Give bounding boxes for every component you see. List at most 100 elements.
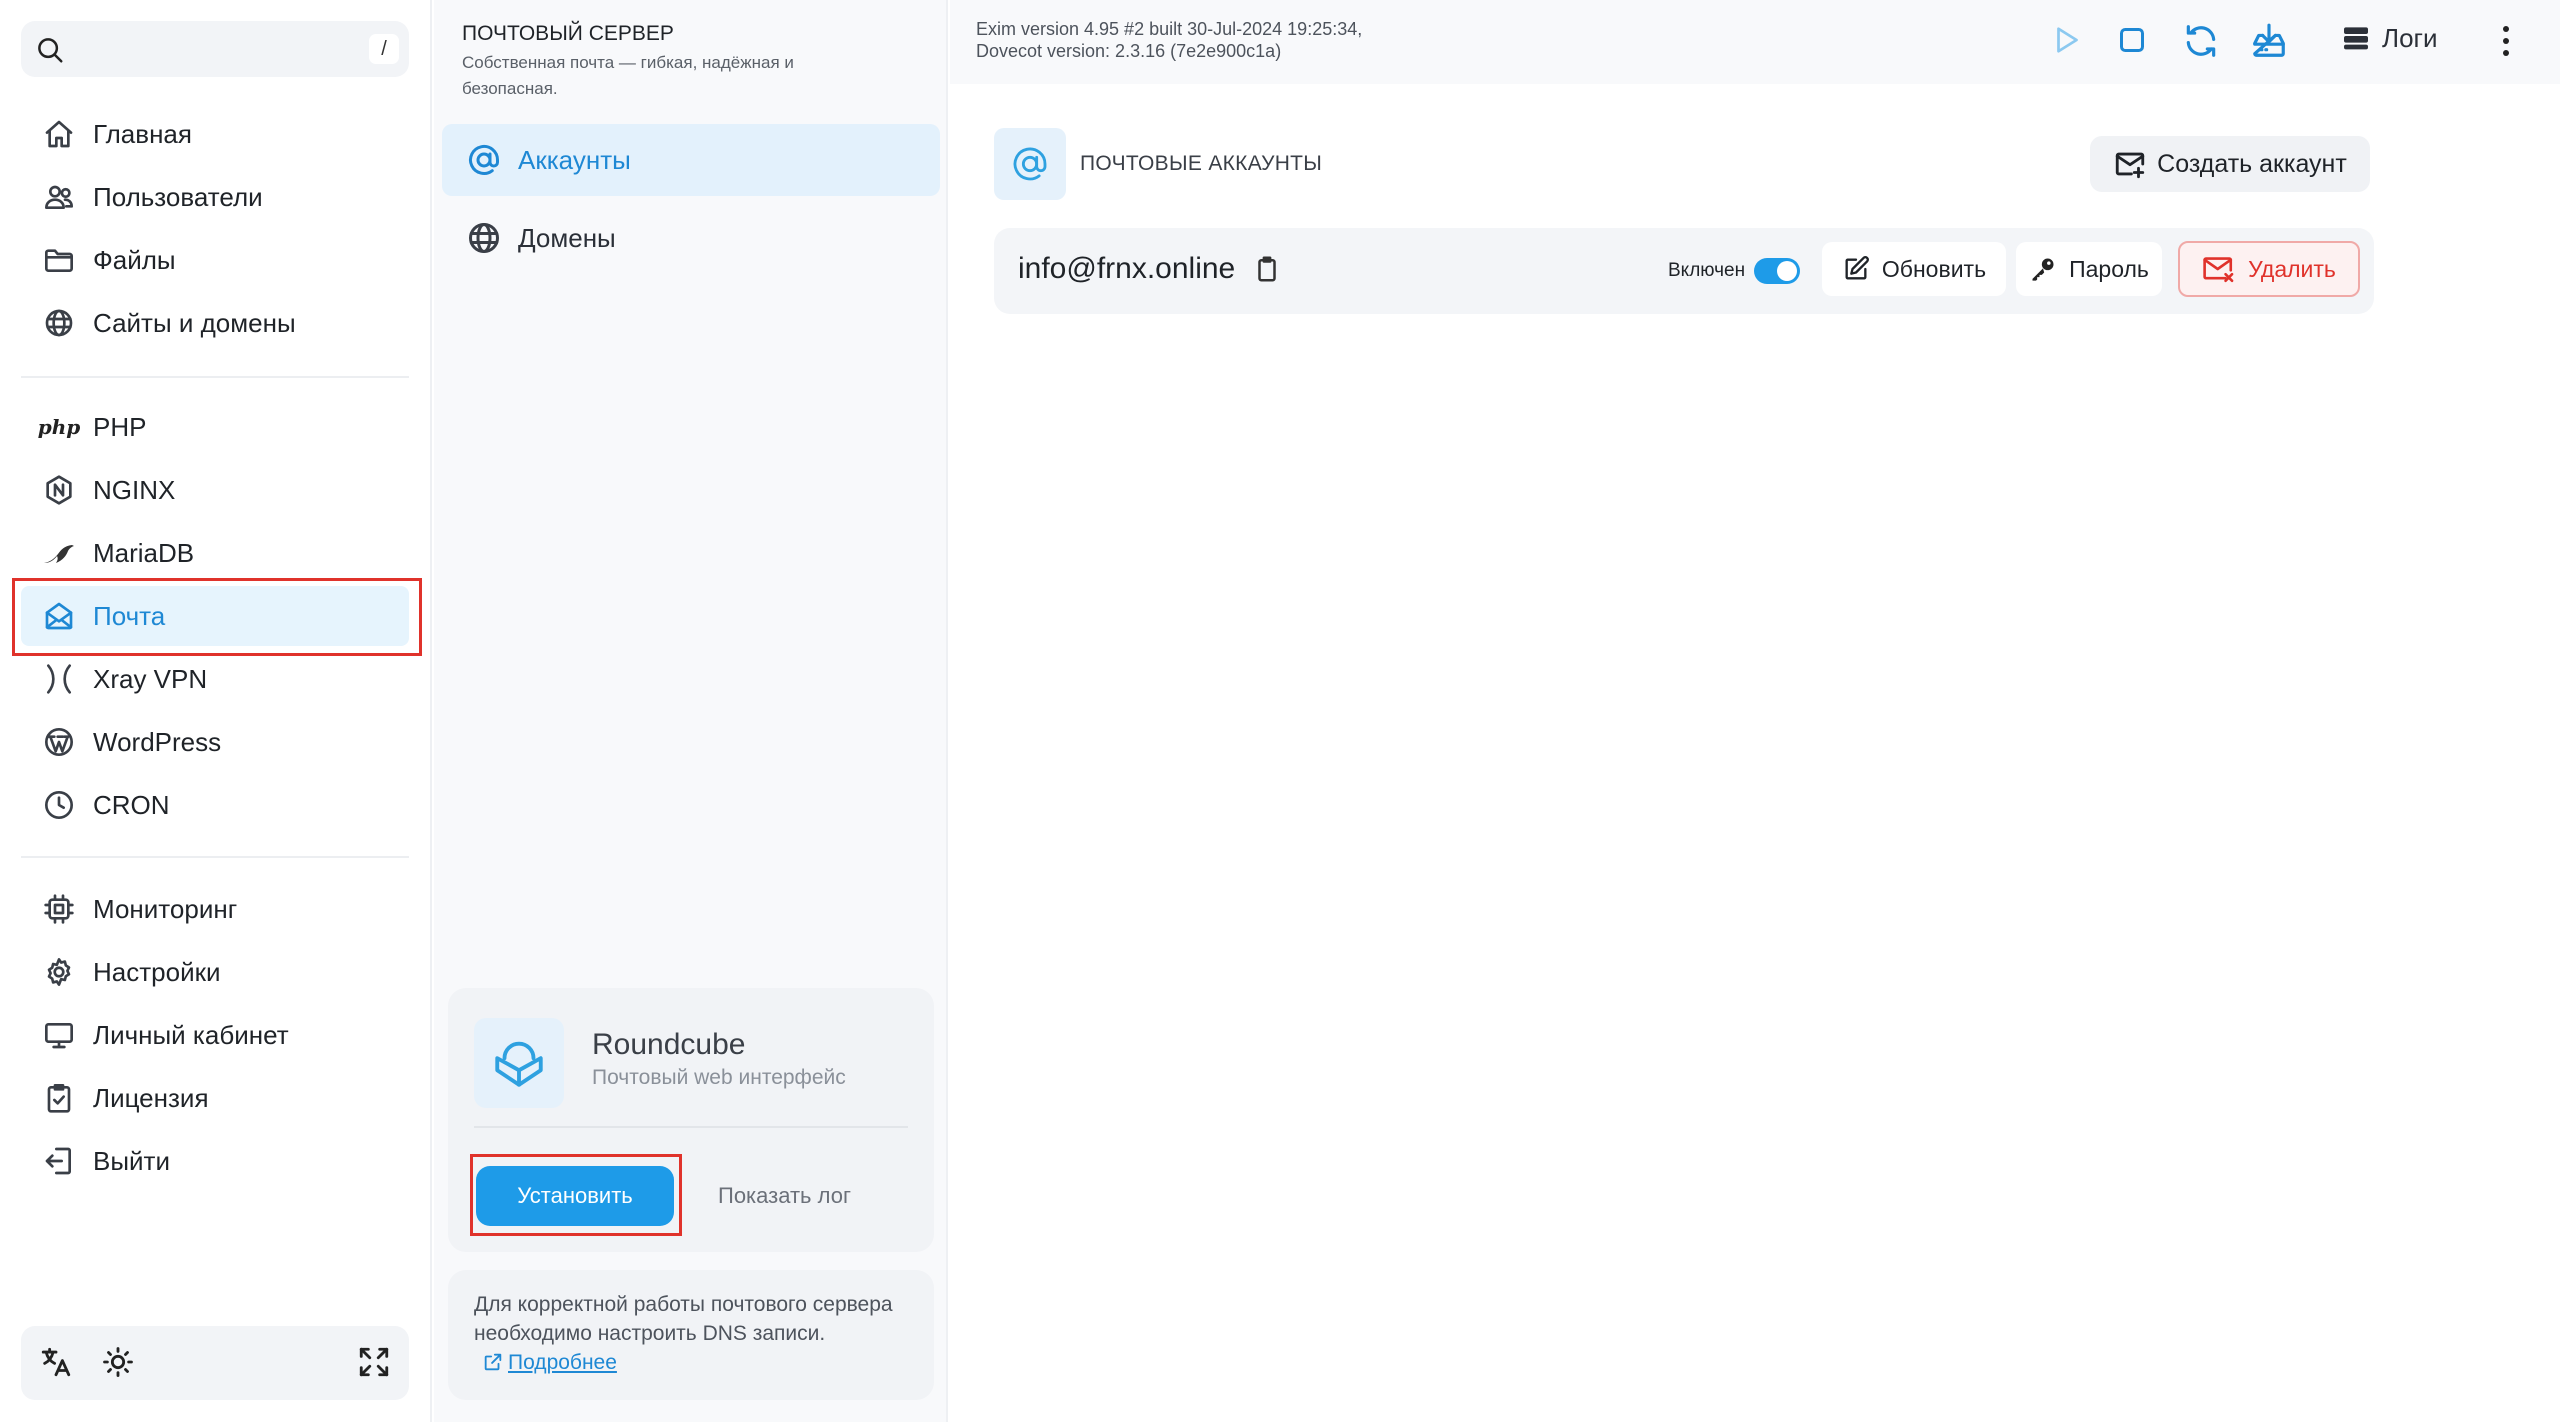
highlight-frame-mail [12,578,422,656]
delete-label: Удалить [2248,255,2336,282]
sidebar-item-label: PHP [93,411,147,442]
restart-icon[interactable] [2182,22,2220,60]
sidebar-footer [21,1326,409,1400]
more-menu-icon[interactable] [2500,24,2512,58]
php-icon: php [37,415,81,439]
dns-note-text: Для корректной работы почтового сервера … [474,1293,893,1345]
password-label: Пароль [2069,255,2149,282]
sidebar-item-home[interactable]: Главная [21,104,409,164]
update-button[interactable]: Обновить [1822,242,2006,296]
sidebar-item-label: Сайты и домены [93,307,296,338]
sidebar-divider [21,376,409,378]
edit-icon [1845,256,1869,280]
sidebar-item-label: WordPress [93,726,222,757]
sidebar-item-mariadb[interactable]: MariaDB [21,523,409,583]
sidebar-item-sites[interactable]: Сайты и домены [21,293,409,353]
copy-icon[interactable] [1252,254,1282,284]
dns-note: Для корректной работы почтового сервера … [448,1270,934,1400]
show-log-link[interactable]: Показать лог [718,1183,851,1209]
create-account-label: Создать аккаунт [2157,149,2347,178]
exim-version: Exim version 4.95 #2 built 30-Jul-2024 1… [976,19,1363,39]
download-icon[interactable] [2250,22,2288,60]
roundcube-name: Roundcube [592,1028,746,1061]
enabled-label: Включен [1668,260,1746,281]
sidebar-item-account[interactable]: Личный кабинет [21,1005,409,1065]
sidebar-item-label: Файлы [93,244,176,275]
sidebar-item-nginx[interactable]: NGINX [21,460,409,520]
more-info-link[interactable]: Подробнее [474,1351,617,1374]
sidebar-item-logout[interactable]: Выйти [21,1131,409,1191]
sidebar-item-wordpress[interactable]: WordPress [21,712,409,772]
sidebar-item-label: Главная [93,118,192,149]
more-info-label: Подробнее [508,1351,617,1374]
sidebar-item-monitoring[interactable]: Мониторинг [21,879,409,939]
search-shortcut-key: / [369,34,399,64]
panel-title: ПОЧТОВЫЙ СЕРВЕР [462,22,674,45]
sidebar-divider [21,856,409,858]
sidebar-item-label: Выйти [93,1145,170,1176]
highlight-frame-install [470,1154,682,1236]
enabled-toggle[interactable] [1754,258,1800,284]
search-input[interactable]: / [21,21,409,77]
logs-icon [2344,27,2368,50]
sidebar-item-label: Пользователи [93,181,263,212]
stop-icon[interactable] [2114,22,2150,58]
logs-label: Логи [2382,22,2438,53]
roundcube-logo-icon [474,1018,564,1108]
create-account-button[interactable]: Создать аккаунт [2090,136,2370,192]
sidebar-item-label: CRON [93,789,170,820]
update-label: Обновить [1881,255,1987,282]
monitor-icon [39,1015,79,1055]
cpu-icon [39,889,79,929]
sidebar: / Главная Пользователи Файлы Сайты и дом… [0,0,432,1422]
sidebar-item-label: Xray VPN [93,663,208,694]
users-icon [39,177,79,217]
sidebar-item-label: MariaDB [93,537,195,568]
sidebar-item-xray-vpn[interactable]: Xray VPN [21,649,409,709]
home-icon [39,114,79,154]
top-bar: Exim version 4.95 #2 built 30-Jul-2024 1… [950,0,2560,84]
theme-toggle-icon[interactable] [101,1345,135,1379]
dovecot-version: Dovecot version: 2.3.16 (7e2e900c1a) [976,41,1282,61]
mail-plus-icon [2115,152,2145,179]
account-email: info@frnx.online [1018,252,1236,285]
version-info: Exim version 4.95 #2 built 30-Jul-2024 1… [976,18,1362,62]
xray-icon [39,659,79,699]
folder-icon [39,240,79,280]
translate-icon[interactable] [39,1345,73,1379]
tab-domains-label: Домены [518,222,616,253]
search-icon [35,35,65,65]
start-icon[interactable] [2048,22,2084,58]
card-divider [474,1126,908,1128]
globe-icon [466,220,502,256]
panel-description: Собственная почта — гибкая, надёжная и б… [462,53,794,98]
accounts-header: ПОЧТОВЫЕ АККАУНТЫ Создать аккаунт [994,128,2374,200]
nginx-icon [39,470,79,510]
key-icon [2032,258,2054,281]
sidebar-item-cron[interactable]: CRON [21,775,409,835]
sidebar-item-license[interactable]: Лицензия [21,1068,409,1128]
tab-domains[interactable]: Домены [442,202,940,274]
mariadb-icon [39,533,79,573]
sidebar-item-label: Мониторинг [93,893,238,924]
at-icon [466,142,502,178]
tab-accounts[interactable]: Аккаунты [442,124,940,196]
mail-delete-icon [2203,257,2234,283]
sidebar-item-label: Лицензия [93,1082,209,1113]
fullscreen-icon[interactable] [357,1345,391,1379]
sidebar-item-files[interactable]: Файлы [21,230,409,290]
account-row: info@frnx.online Включен Обновить Пароль… [994,228,2374,314]
delete-button[interactable]: Удалить [2178,241,2360,297]
password-button[interactable]: Пароль [2016,242,2162,296]
gear-icon [39,952,79,992]
globe-icon [39,303,79,343]
sidebar-item-users[interactable]: Пользователи [21,167,409,227]
sidebar-item-label: NGINX [93,474,176,505]
roundcube-subtitle: Почтовый web интерфейс [592,1066,846,1089]
tab-accounts-label: Аккаунты [518,144,631,175]
logs-button[interactable]: Логи [2340,22,2438,54]
license-icon [39,1078,79,1118]
sidebar-item-php[interactable]: php PHP [21,397,409,457]
sidebar-item-settings[interactable]: Настройки [21,942,409,1002]
sidebar-item-label: Настройки [93,956,221,987]
